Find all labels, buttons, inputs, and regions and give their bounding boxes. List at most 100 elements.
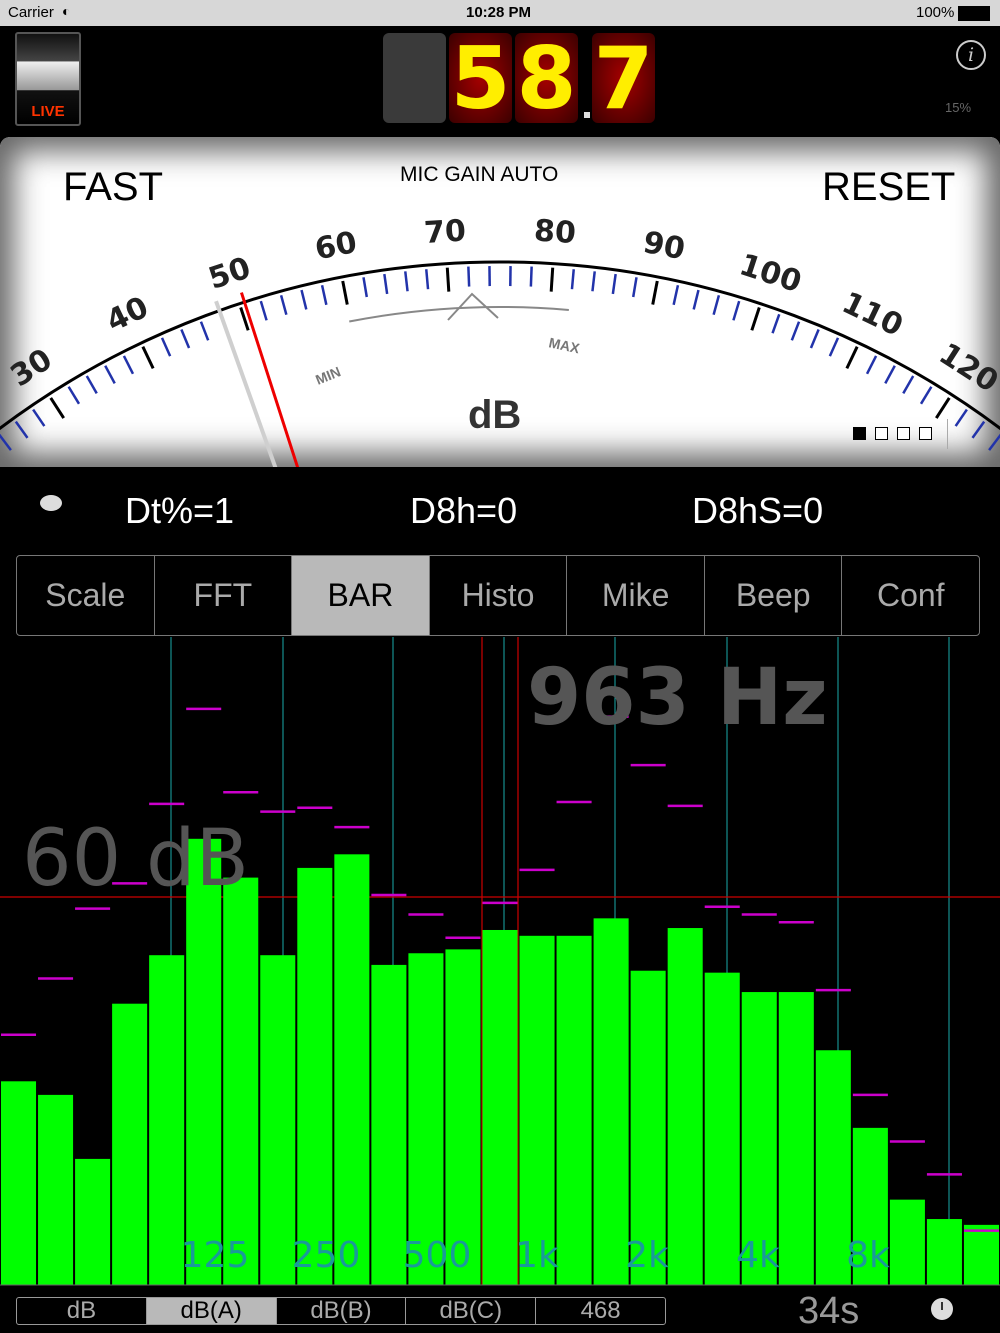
freq-axis-label: 2k bbox=[625, 1235, 669, 1276]
meter-tick bbox=[404, 271, 409, 292]
tab-histo[interactable]: Histo bbox=[430, 556, 568, 635]
meter-tick bbox=[971, 420, 986, 439]
live-button[interactable]: LIVE bbox=[15, 32, 81, 126]
meter-scale-label: 70 bbox=[423, 213, 467, 251]
spectrum-bar bbox=[186, 838, 222, 1285]
freq-axis-label: 4k bbox=[736, 1235, 780, 1276]
spectrum-bar bbox=[334, 854, 370, 1285]
meter-tick bbox=[570, 269, 575, 290]
meter-scale-label: 60 bbox=[312, 225, 360, 267]
meter-tick bbox=[809, 329, 820, 349]
battery-percent: 100% bbox=[916, 4, 955, 21]
meter-tick bbox=[104, 365, 116, 384]
fast-button[interactable]: FAST bbox=[63, 165, 163, 210]
page-indicator-1[interactable] bbox=[853, 427, 866, 440]
weighting-468[interactable]: 468 bbox=[536, 1298, 665, 1324]
page-indicator-4[interactable] bbox=[919, 427, 932, 440]
meter-tick bbox=[85, 375, 98, 394]
page-divider bbox=[947, 419, 948, 449]
decimal-point bbox=[584, 112, 590, 118]
info-icon[interactable]: i bbox=[956, 40, 986, 70]
freq-axis-label: 500 bbox=[403, 1235, 472, 1276]
spectrum-bar bbox=[112, 1003, 148, 1285]
spectrum-bar bbox=[38, 1094, 74, 1285]
tab-fft[interactable]: FFT bbox=[155, 556, 293, 635]
meter-tick bbox=[902, 375, 915, 394]
weighting-db-c[interactable]: dB(C) bbox=[406, 1298, 537, 1324]
meter-tick bbox=[790, 321, 801, 341]
meter-tick bbox=[828, 337, 840, 357]
meter-tick bbox=[919, 386, 933, 405]
meter-tick bbox=[631, 277, 638, 298]
tab-scale[interactable]: Scale bbox=[17, 556, 155, 635]
tab-bar[interactable]: BAR bbox=[292, 556, 430, 635]
meter-tick bbox=[771, 313, 781, 334]
chat-bubble-icon[interactable] bbox=[40, 495, 62, 511]
meter-tick bbox=[845, 346, 859, 369]
page-indicator-3[interactable] bbox=[897, 427, 910, 440]
status-bar: Carrier ◐ 10:28 PM 100% bbox=[0, 0, 1000, 26]
spectrum-bar bbox=[778, 992, 814, 1285]
tab-beep[interactable]: Beep bbox=[705, 556, 843, 635]
spectrum-bar bbox=[482, 929, 518, 1285]
spectrum-bar bbox=[75, 1158, 111, 1285]
spectrum-bar bbox=[704, 972, 740, 1285]
tab-mike[interactable]: Mike bbox=[567, 556, 705, 635]
freq-axis-label: 8k bbox=[846, 1235, 890, 1276]
meter-tick bbox=[160, 337, 172, 357]
meter-tick bbox=[529, 266, 533, 287]
spectrum-bar bbox=[667, 928, 703, 1285]
elapsed-time: 34s bbox=[798, 1290, 860, 1332]
meter-scale-label: 50 bbox=[204, 251, 255, 297]
reset-button[interactable]: RESET bbox=[822, 165, 955, 210]
meter-tick bbox=[67, 386, 81, 405]
weighting-db[interactable]: dB bbox=[17, 1298, 147, 1324]
meter-tick bbox=[49, 397, 65, 419]
meter-tick bbox=[591, 271, 596, 292]
freq-axis-label: 250 bbox=[292, 1235, 361, 1276]
digit-ones: 8 bbox=[515, 29, 578, 129]
meter-tick bbox=[988, 433, 1000, 451]
spectrum-bar bbox=[1, 1081, 37, 1285]
meter-tick bbox=[732, 300, 741, 321]
page-indicator-2[interactable] bbox=[875, 427, 888, 440]
meter-tick bbox=[383, 273, 389, 295]
meter-tick bbox=[865, 355, 878, 375]
meter-tick bbox=[279, 295, 288, 315]
clock-icon[interactable] bbox=[931, 1298, 953, 1320]
spectrum-bar bbox=[519, 935, 555, 1285]
freq-axis-label: 1k bbox=[515, 1235, 559, 1276]
meter-tick bbox=[712, 295, 721, 315]
meter-tick bbox=[549, 267, 555, 292]
battery-icon bbox=[958, 6, 990, 21]
stat-d8hs: D8hS=0 bbox=[692, 490, 824, 531]
meter-tick bbox=[199, 321, 210, 341]
meter-tick bbox=[467, 266, 471, 287]
spectrum-bar bbox=[297, 867, 333, 1285]
meter-tick bbox=[935, 397, 951, 419]
spectrum-bar bbox=[260, 955, 296, 1285]
meter-scale-label: 30 bbox=[5, 342, 59, 394]
spectrum-bar bbox=[556, 935, 592, 1285]
analog-meter: 2030405060708090100110120130MINMAX FAST … bbox=[0, 137, 1000, 467]
weighting-db-b[interactable]: dB(B) bbox=[277, 1298, 407, 1324]
meter-tick bbox=[180, 329, 191, 349]
meter-tick bbox=[425, 269, 430, 290]
battery-level-label: 15% bbox=[945, 100, 972, 115]
spectrum-chart[interactable]: 125 250 500 1k 2k 4k 8k bbox=[0, 637, 1000, 1287]
meter-scale-label: 100 bbox=[735, 247, 805, 300]
meter-tick bbox=[0, 433, 12, 451]
meter-needle bbox=[240, 292, 300, 467]
meter-tick bbox=[651, 280, 659, 305]
meter-tick bbox=[445, 267, 451, 292]
level-readout: 60 dB bbox=[22, 814, 250, 904]
digit-tenths: 7 bbox=[592, 29, 655, 129]
tab-conf[interactable]: Conf bbox=[842, 556, 979, 635]
meter-tick bbox=[611, 273, 617, 295]
meter-tick bbox=[122, 355, 135, 375]
weighting-db-a[interactable]: dB(A) bbox=[146, 1298, 277, 1324]
spectrum-bar bbox=[371, 964, 407, 1285]
mode-tabs: Scale FFT BAR Histo Mike Beep Conf bbox=[16, 555, 980, 636]
carrier-label: Carrier bbox=[8, 4, 54, 21]
spectrum-bar bbox=[889, 1199, 925, 1285]
